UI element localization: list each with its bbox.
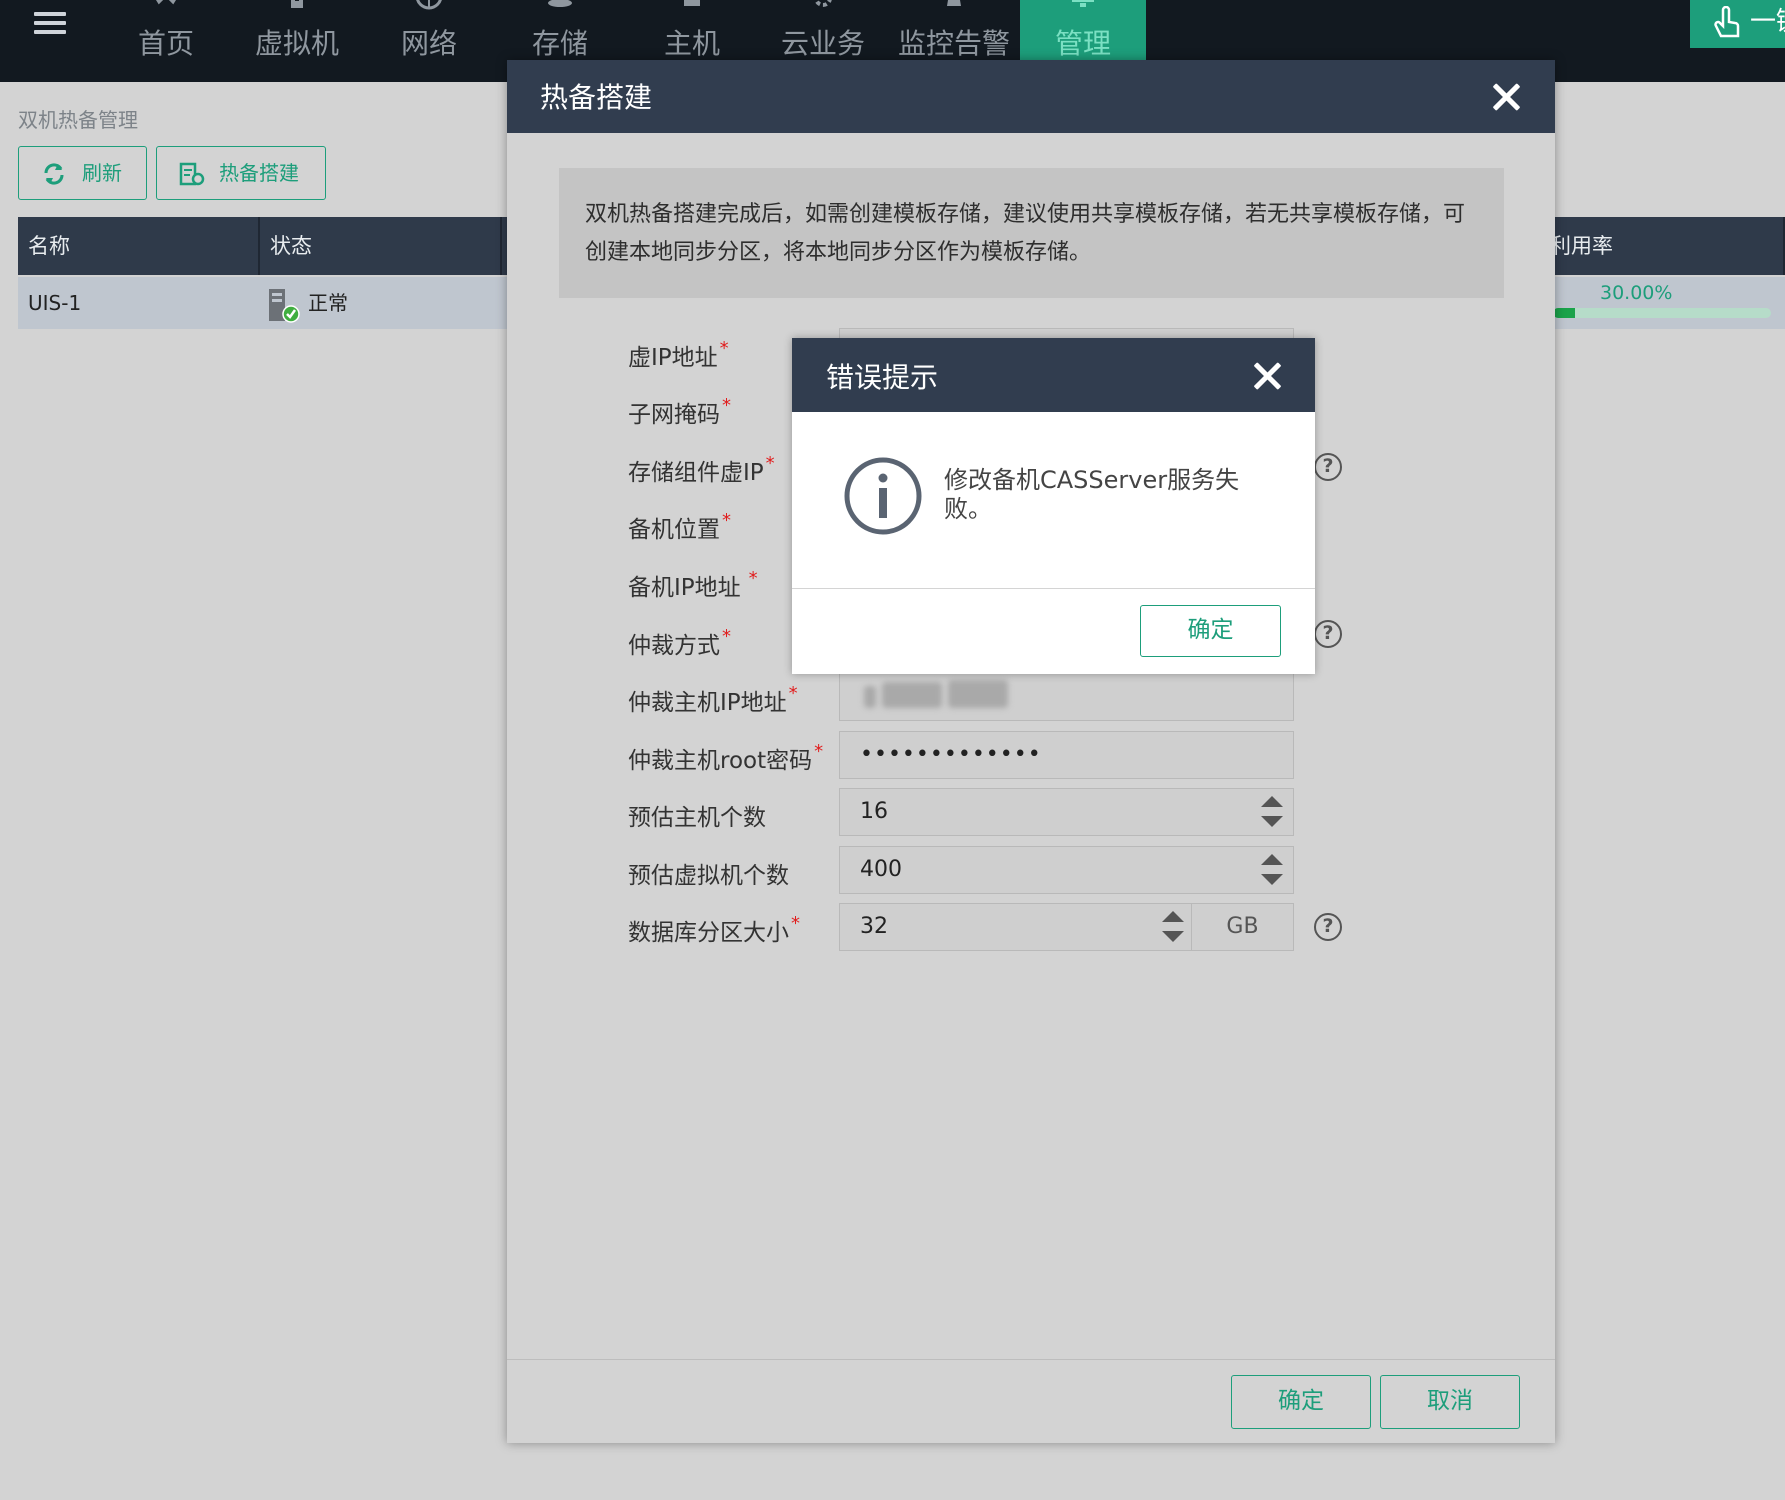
estimated-vms-stepper[interactable]: [1261, 852, 1283, 888]
estimated-vms-input[interactable]: 400: [839, 846, 1294, 894]
storage-database-icon: [548, 0, 572, 7]
home-icon: [155, 0, 177, 5]
arbiter-ip-label: 仲裁主机IP地址 *: [628, 683, 798, 716]
stepper-down-icon[interactable]: [1261, 816, 1283, 827]
host-server-icon: [684, 0, 700, 6]
nav-host-label: 主机: [663, 27, 720, 60]
dialog-header: 热备搭建: [507, 60, 1555, 133]
alert-ok-button[interactable]: 确定: [1140, 605, 1281, 657]
arbitration-mode-label: 仲裁方式 *: [628, 626, 731, 659]
dialog-cancel-button[interactable]: 取消: [1380, 1375, 1520, 1429]
mask-label: 子网掩码 *: [628, 395, 731, 428]
nav-vm-label: 虚拟机: [254, 27, 339, 60]
backup-ip-label: 备机IP地址 *: [628, 568, 758, 601]
stepper-up-icon[interactable]: [1162, 911, 1184, 922]
dialog-close-icon[interactable]: [1491, 82, 1521, 112]
estimated-hosts-label: 预估主机个数: [628, 805, 766, 831]
vm-icon: [291, 0, 303, 8]
arbiter-password-label: 仲裁主机root密码 *: [628, 741, 824, 774]
nav-vm[interactable]: 虚拟机: [234, 0, 360, 82]
dialog-notice: 双机热备搭建完成后，如需创建模板存储，建议使用共享模板存储，若无共享模板存储，可…: [559, 168, 1504, 298]
refresh-button[interactable]: 刷新: [18, 146, 147, 200]
nav-monitor-alarm-label: 监控告警: [897, 27, 1010, 60]
refresh-icon: [44, 163, 64, 185]
hamburger-menu-icon[interactable]: [30, 0, 74, 44]
monitor-screen-icon: [1072, 0, 1094, 7]
db-partition-unit: GB: [1191, 903, 1294, 951]
nav-home-label: 首页: [137, 27, 194, 60]
nav-cloud-service-label: 云业务: [780, 27, 865, 60]
stepper-up-icon[interactable]: [1261, 796, 1283, 807]
db-partition-help-icon[interactable]: ?: [1314, 913, 1342, 941]
db-partition-size-label: 数据库分区大小 *: [628, 913, 800, 946]
db-partition-size-input[interactable]: 32: [839, 903, 1192, 951]
build-label: 热备搭建: [219, 161, 299, 185]
hot-standby-build-button[interactable]: 热备搭建: [156, 146, 326, 200]
one-key-label: 一键: [1750, 7, 1785, 37]
network-globe-icon: [416, 0, 442, 10]
refresh-label: 刷新: [82, 161, 122, 185]
touch-hand-icon: [1714, 6, 1740, 38]
alert-divider: [792, 588, 1315, 589]
arbiter-password-input[interactable]: •••••••••••••: [839, 731, 1294, 779]
hot-standby-build-dialog: 热备搭建 双机热备搭建完成后，如需创建模板存储，建议使用共享模板存储，若无共享模…: [507, 60, 1555, 1443]
dialog-footer: 确定 取消: [507, 1359, 1555, 1443]
estimated-hosts-input[interactable]: 16: [839, 788, 1294, 836]
build-config-icon: [179, 162, 205, 186]
column-header-usage[interactable]: 利用率: [1538, 217, 1785, 275]
usage-percent: 30.00%: [1600, 282, 1673, 304]
alarm-bell-icon: [947, 0, 961, 6]
arbiter-ip-redacted: [864, 676, 1014, 716]
host-status-icon: [269, 289, 300, 323]
dialog-title: 热备搭建: [540, 81, 653, 114]
db-partition-size-stepper[interactable]: [1162, 909, 1184, 945]
dialog-ok-button[interactable]: 确定: [1231, 1375, 1371, 1429]
alert-close-icon[interactable]: [1252, 361, 1282, 391]
estimated-hosts-stepper[interactable]: [1261, 794, 1283, 830]
backup-location-label: 备机位置 *: [628, 510, 731, 543]
alert-header: 错误提示: [792, 338, 1315, 412]
row-name: UIS-1: [28, 291, 82, 315]
usage-progress-bar: [1553, 308, 1771, 318]
storage-vip-help-icon[interactable]: ?: [1314, 453, 1342, 481]
error-alert-dialog: 错误提示 修改备机CASServer服务失败。 确定: [792, 338, 1315, 674]
nav-network[interactable]: 网络: [366, 0, 492, 82]
cloud-gear-icon: [814, 0, 832, 7]
row-status: 正常: [308, 291, 348, 315]
stepper-down-icon[interactable]: [1261, 874, 1283, 885]
alert-title: 错误提示: [826, 361, 939, 394]
breadcrumb: 双机热备管理: [18, 108, 138, 132]
vip-label: 虚IP地址 *: [628, 338, 729, 371]
nav-storage-label: 存储: [531, 27, 588, 60]
nav-network-label: 网络: [400, 27, 457, 60]
arbitration-mode-help-icon[interactable]: ?: [1314, 620, 1342, 648]
one-key-button[interactable]: 一键: [1690, 0, 1785, 48]
arbiter-ip-input[interactable]: [839, 673, 1294, 721]
estimated-vms-label: 预估虚拟机个数: [628, 863, 789, 889]
nav-home[interactable]: 首页: [103, 0, 229, 82]
stepper-up-icon[interactable]: [1261, 854, 1283, 865]
column-header-name[interactable]: 名称: [18, 217, 260, 275]
column-header-status[interactable]: 状态: [260, 217, 502, 275]
info-icon: [844, 457, 922, 535]
alert-message: 修改备机CASServer服务失败。: [944, 466, 1240, 523]
storage-vip-label: 存储组件虚IP *: [628, 453, 775, 486]
nav-management-label: 管理: [1054, 27, 1111, 60]
stepper-down-icon[interactable]: [1162, 931, 1184, 942]
usage-progress-fill: [1553, 308, 1575, 318]
